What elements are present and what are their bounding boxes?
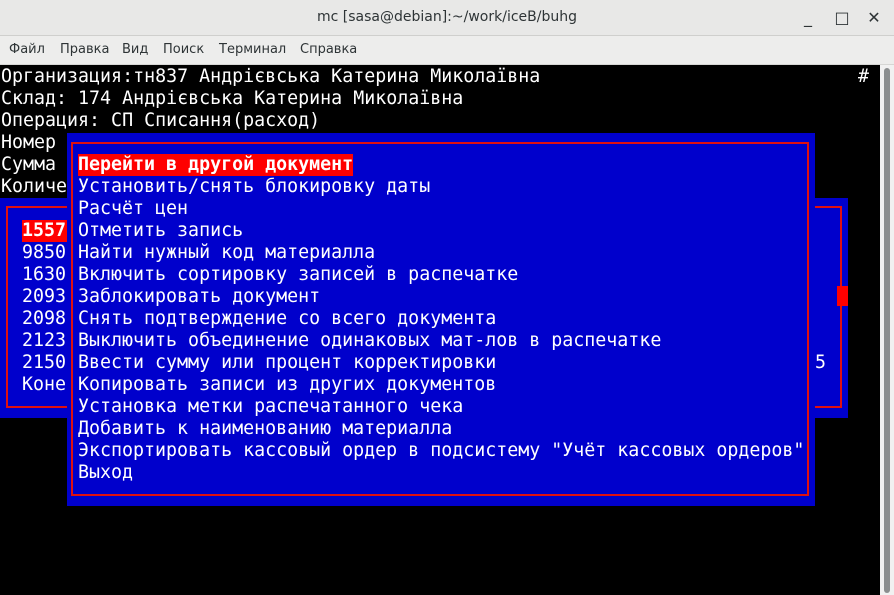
maximize-button[interactable]: □: [832, 8, 852, 28]
table-row[interactable]: 9850: [22, 242, 66, 264]
menu-item-enter-correction[interactable]: Ввести сумму или процент корректировки: [78, 352, 496, 374]
menu-help[interactable]: Справка: [300, 42, 357, 57]
table-row[interactable]: 2123: [22, 330, 66, 352]
table-row[interactable]: 2098: [22, 308, 66, 330]
org-line: Организация:тн837 Андрієвська Катерина М…: [1, 66, 541, 87]
menu-item-remove-confirmation[interactable]: Снять подтверждение со всего документа: [78, 308, 496, 330]
menu-item-calc-prices[interactable]: Расчёт цен: [78, 198, 188, 220]
table-row[interactable]: 1630: [22, 264, 66, 286]
nomer-label: Номер: [1, 132, 57, 153]
menu-item-disable-merging[interactable]: Выключить объединение одинаковых мат-лов…: [78, 330, 661, 352]
close-button[interactable]: ✕: [864, 8, 884, 28]
menu-search[interactable]: Поиск: [163, 42, 204, 57]
menu-item-set-receipt-mark[interactable]: Установка метки распечатанного чека: [78, 396, 463, 418]
menu-item-goto-document[interactable]: Перейти в другой документ: [78, 154, 354, 176]
row-value-fragment: 5: [815, 352, 827, 373]
menu-item-enable-sorting[interactable]: Включить сортировку записей в распечатке: [78, 264, 518, 286]
menu-item-lock-document[interactable]: Заблокировать документ: [78, 286, 320, 308]
table-row[interactable]: 1557: [22, 220, 66, 242]
menu-edit[interactable]: Правка: [60, 42, 109, 57]
sklad-line: Склад: 174 Андрієвська Катерина Миколаїв…: [1, 88, 464, 109]
minimize-button[interactable]: _: [798, 8, 818, 28]
menu-item-export-cash-order[interactable]: Экспортировать кассовый ордер в подсисте…: [78, 440, 804, 462]
menu-item-append-to-name[interactable]: Добавить к наименованию материалла: [78, 418, 452, 440]
menu-item-exit[interactable]: Выход: [78, 462, 133, 484]
menu-file[interactable]: Файл: [9, 42, 45, 57]
scrollbar-thumb[interactable]: [884, 68, 890, 593]
menu-item-toggle-date-lock[interactable]: Установить/снять блокировку даты: [78, 176, 430, 198]
window-title: mc [sasa@debian]:~/work/iceB/buhg: [317, 9, 577, 25]
menubar: Файл Правка Вид Поиск Терминал Справка: [0, 36, 894, 65]
window-titlebar: mc [sasa@debian]:~/work/iceB/buhg _ □ ✕: [0, 0, 894, 36]
terminal-scrollbar[interactable]: [880, 65, 894, 595]
operation-line: Операция: СП Списання(расход): [1, 110, 321, 131]
kolich-label: Количе: [1, 176, 68, 197]
menu-item-copy-records[interactable]: Копировать записи из других документов: [78, 374, 496, 396]
summa-label: Сумма: [1, 154, 57, 175]
menu-item-mark-record[interactable]: Отметить запись: [78, 220, 243, 242]
hash-marker: #: [858, 66, 870, 87]
table-row[interactable]: Коне: [22, 374, 66, 396]
menu-view[interactable]: Вид: [122, 42, 148, 57]
menu-item-find-material-code[interactable]: Найти нужный код материалла: [78, 242, 375, 264]
table-row[interactable]: 2093: [22, 286, 66, 308]
menu-terminal[interactable]: Терминал: [219, 42, 286, 57]
list-scroll-indicator: [837, 286, 848, 306]
table-row[interactable]: 2150: [22, 352, 66, 374]
